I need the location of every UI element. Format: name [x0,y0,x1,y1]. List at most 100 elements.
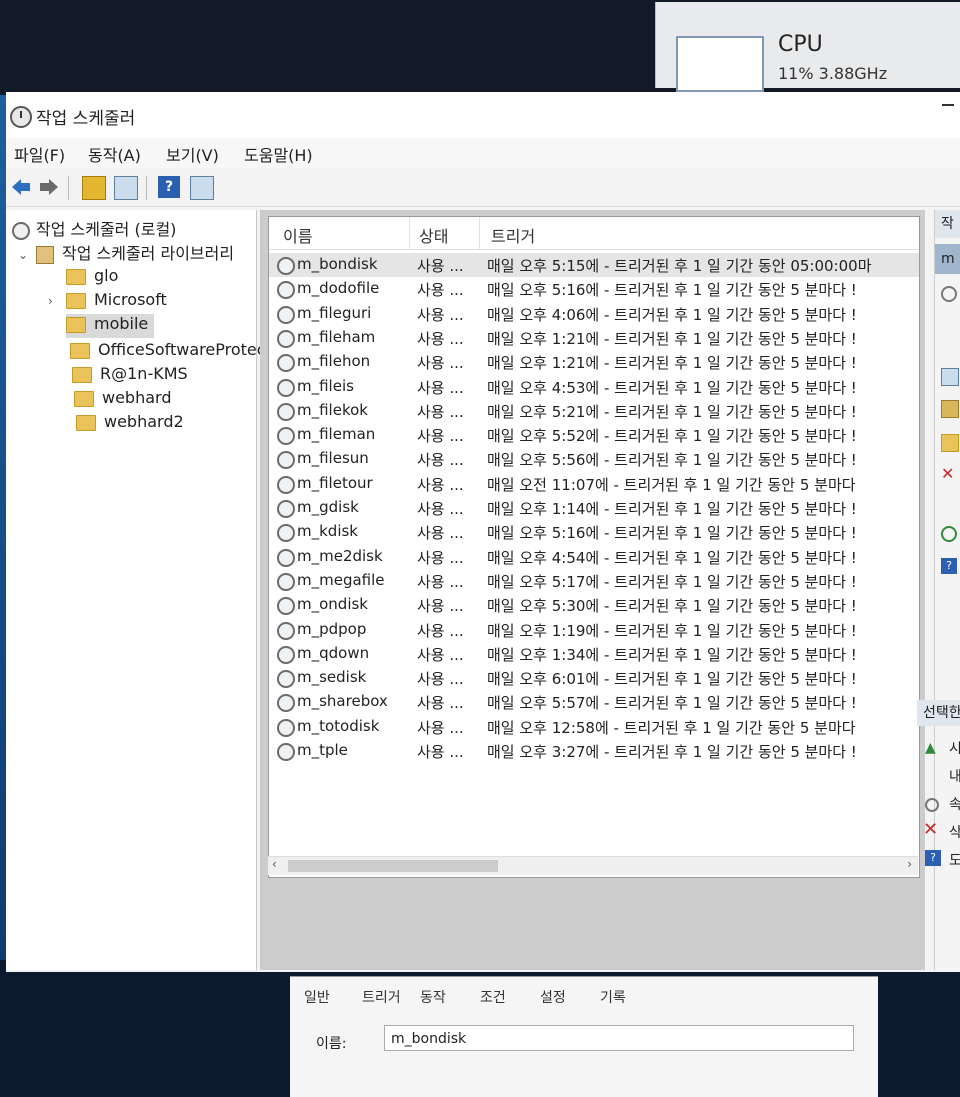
column-status[interactable]: 상태 [419,223,448,247]
tree-item-label: mobile [94,314,149,333]
menu-file[interactable]: 파일(F) [14,142,65,166]
action-delete[interactable]: 삭 [949,822,960,842]
table-row[interactable]: m_filehon 사용 ... 매일 오후 1:21에 - 트리거된 후 1 일 … [269,350,919,374]
chevron-right-icon[interactable]: › [48,294,62,308]
scroll-right-icon[interactable]: › [907,857,912,871]
task-status: 사용 ... [417,500,464,518]
tree-item-glo[interactable]: glo [66,266,118,290]
clock-icon [277,378,295,397]
task-name: m_fileham [297,327,376,346]
selected-item-header: 선택한 [917,700,960,726]
tree-item-r1n-kms[interactable]: R@1n-KMS [72,364,188,388]
horizontal-scrollbar[interactable]: ‹ › [268,856,918,875]
task-name: m_pdpop [297,619,367,638]
task-status: 사용 ... [417,305,464,324]
table-row[interactable]: m_sedisk 사용 ... 매일 오후 6:01에 - 트리거된 후 1 일 기… [269,666,919,690]
menu-action[interactable]: 동작(A) [88,142,141,166]
action-help[interactable]: 도움 [949,850,960,870]
table-row[interactable]: m_dodofile 사용 ... 매일 오후 5:16에 - 트리거된 후 1 일… [269,277,919,301]
table-row[interactable]: m_megafile 사용 ... 매일 오후 5:17에 - 트리거된 후 1 일… [269,569,919,593]
toolbar-separator [68,176,69,200]
console-tree-icon[interactable] [114,176,138,200]
display-icon[interactable] [941,368,959,386]
chevron-down-icon[interactable]: ⌄ [18,248,32,262]
tree-item-label: Microsoft [94,290,167,309]
back-arrow-icon[interactable] [10,176,32,198]
column-name[interactable]: 이름 [283,223,312,247]
tree-item-officesoftwareprotect[interactable]: OfficeSoftwareProtect [70,340,272,364]
action-run[interactable]: 시 [949,738,960,758]
task-scheduler-window: 작업 스케줄러 파일(F) 동작(A) 보기(V) 도움말(H) ? 작업 스케… [6,92,960,1097]
task-trigger: 매일 오후 1:21에 - 트리거된 후 1 일 기간 동안 5 분마다 ! [487,354,857,373]
table-row[interactable]: m_sharebox 사용 ... 매일 오후 5:57에 - 트리거된 후 1 일… [269,690,919,714]
task-status: 사용 ... [417,548,464,567]
table-row[interactable]: m_filekok 사용 ... 매일 오후 5:21에 - 트리거된 후 1 일 … [269,399,919,423]
forward-arrow-icon[interactable] [38,176,60,198]
scroll-left-icon[interactable]: ‹ [272,857,277,871]
help-icon[interactable]: ? [925,850,941,866]
folder-icon [74,390,94,407]
tab-settings[interactable]: 설정 [540,987,566,1007]
table-row[interactable]: m_qdown 사용 ... 매일 오후 1:34에 - 트리거된 후 1 일 기간… [269,642,919,666]
tree-item-library[interactable]: ⌄ 작업 스케줄러 라이브러리 [18,240,234,264]
table-row[interactable]: m_pdpop 사용 ... 매일 오후 1:19에 - 트리거된 후 1 일 기간… [269,618,919,642]
properties-icon[interactable] [925,798,939,812]
table-row[interactable]: m_gdisk 사용 ... 매일 오후 1:14에 - 트리거된 후 1 일 기간… [269,496,919,520]
clock-icon[interactable] [941,286,957,302]
table-row[interactable]: m_tple 사용 ... 매일 오후 3:27에 - 트리거된 후 1 일 기간 … [269,739,919,763]
folder-icon[interactable] [941,434,959,452]
tab-actions[interactable]: 동작 [420,987,446,1007]
delete-icon[interactable]: ✕ [923,821,939,839]
actions-pane: 작 m ✕ ? 선택한 ▲ 시 내 속 ✕ 삭 ? 도움 [917,210,960,970]
column-trigger[interactable]: 트리거 [491,223,535,247]
tree-item-label: 작업 스케줄러 라이브러리 [62,244,235,263]
tab-history[interactable]: 기록 [600,987,626,1007]
tree-item-mobile[interactable]: mobile [66,314,155,338]
menu-help[interactable]: 도움말(H) [244,142,313,166]
clock-icon [12,221,30,240]
tree-item-webhard[interactable]: webhard [74,388,171,412]
task-name: m_qdown [297,643,370,662]
minimize-icon[interactable] [942,104,954,106]
action-properties[interactable]: 속 [949,794,960,814]
tree-item-microsoft[interactable]: › Microsoft [48,290,167,314]
help-icon[interactable]: ? [941,558,957,574]
table-row[interactable]: m_fileham 사용 ... 매일 오후 1:21에 - 트리거된 후 1 일 … [269,326,919,350]
import-icon[interactable] [941,400,959,418]
clock-icon [277,548,295,567]
tree-item-webhard2[interactable]: webhard2 [76,412,184,436]
task-name: m_filekok [297,400,368,419]
help-icon[interactable]: ? [158,176,180,198]
task-name: m_dodofile [297,279,380,298]
actions-selected-folder[interactable]: m [935,244,960,274]
tab-conditions[interactable]: 조건 [480,987,506,1007]
table-row[interactable]: m_fileguri 사용 ... 매일 오후 4:06에 - 트리거된 후 1 일… [269,302,919,326]
scroll-thumb[interactable] [288,860,498,872]
task-name: m_sharebox [297,692,388,711]
refresh-icon[interactable] [941,526,957,542]
tab-general[interactable]: 일반 [304,987,330,1007]
table-row[interactable]: m_me2disk 사용 ... 매일 오후 4:54에 - 트리거된 후 1 일 … [269,545,919,569]
menu-view[interactable]: 보기(V) [166,142,219,166]
table-row[interactable]: m_totodisk 사용 ... 매일 오후 12:58에 - 트리거된 후 1 … [269,715,919,739]
table-row[interactable]: m_ondisk 사용 ... 매일 오후 5:30에 - 트리거된 후 1 일 기… [269,593,919,617]
action-end[interactable]: 내 [949,766,960,786]
table-row[interactable]: m_filesun 사용 ... 매일 오후 5:56에 - 트리거된 후 1 일 … [269,447,919,471]
column-divider[interactable] [409,217,410,249]
table-row[interactable]: m_kdisk 사용 ... 매일 오후 5:16에 - 트리거된 후 1 일 기간… [269,520,919,544]
delete-icon[interactable]: ✕ [941,466,957,482]
table-row[interactable]: m_fileis 사용 ... 매일 오후 4:53에 - 트리거된 후 1 일 기… [269,375,919,399]
action-pane-icon[interactable] [190,176,214,200]
clock-icon [277,645,295,664]
task-trigger: 매일 오후 4:54에 - 트리거된 후 1 일 기간 동안 5 분마다 ! [487,548,857,567]
tab-triggers[interactable]: 트리거 [362,987,401,1007]
tree-item-local[interactable]: 작업 스케줄러 (로컬) [12,216,176,240]
table-row[interactable]: m_bondisk 사용 ... 매일 오후 5:15에 - 트리거된 후 1 일 … [269,253,919,277]
table-row[interactable]: m_filetour 사용 ... 매일 오전 11:07에 - 트리거된 후 1 … [269,472,919,496]
name-field[interactable]: m_bondisk [384,1025,854,1051]
table-row[interactable]: m_fileman 사용 ... 매일 오후 5:52에 - 트리거된 후 1 일 … [269,423,919,447]
run-icon[interactable]: ▲ [925,740,941,756]
up-folder-icon[interactable] [82,176,106,200]
cpu-monitor-widget: CPU 11% 3.88GHz [655,2,960,92]
column-divider[interactable] [479,217,480,249]
